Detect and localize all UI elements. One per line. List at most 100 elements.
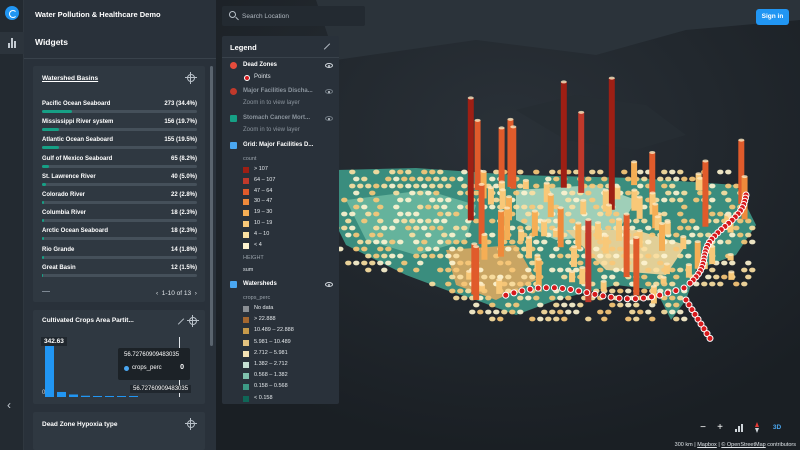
grid-hexagon	[609, 302, 616, 308]
eye-icon[interactable]	[325, 116, 333, 121]
app-logo[interactable]	[5, 6, 19, 20]
grid-hexagon	[673, 302, 680, 308]
grid-hexagon	[509, 281, 516, 287]
eye-icon[interactable]	[325, 89, 333, 94]
bars-icon[interactable]	[735, 424, 743, 432]
color-swatch	[243, 350, 249, 357]
watershed-basins-widget: Watershed Basins Pacific Ocean Seaboard 2…	[33, 66, 205, 302]
grid-hexagon	[361, 218, 368, 224]
grid-hexagon	[489, 176, 496, 182]
widgets-rail-button[interactable]	[0, 32, 24, 54]
histogram-bar[interactable]	[45, 345, 54, 397]
grid-hexagon	[661, 211, 668, 217]
dead-zone-point	[583, 289, 591, 297]
grid-hexagon	[449, 288, 456, 294]
grid-hexagon	[521, 204, 528, 210]
zoom-in-button[interactable]: +	[712, 420, 728, 436]
histogram-bar[interactable]	[81, 395, 90, 397]
color-swatch	[243, 167, 249, 173]
grid-hexagon	[365, 253, 372, 259]
basin-row[interactable]: Columbia River 18 (2.3%)	[42, 210, 197, 224]
grid-hexagon	[341, 211, 348, 217]
basin-bar-fill	[42, 146, 60, 150]
sign-in-button[interactable]: Sign in	[756, 9, 789, 25]
grid-hexagon	[517, 309, 524, 315]
basin-row[interactable]: Rio Grande 14 (1.8%)	[42, 247, 197, 261]
sidebar-scrollbar[interactable]	[210, 66, 213, 346]
grid-hexagon	[613, 267, 620, 273]
grid-hexagon	[629, 309, 636, 315]
grid-hexagon	[709, 211, 716, 217]
grid-hexagon	[433, 246, 440, 252]
grid-hexagon	[441, 218, 448, 224]
grid-hexagon	[393, 204, 400, 210]
bin-label: 47 – 64	[254, 187, 273, 194]
grid-hexagon	[401, 218, 408, 224]
histogram-bar[interactable]	[57, 391, 66, 397]
grid-hexagon	[481, 274, 488, 280]
locate-icon[interactable]	[185, 72, 197, 84]
histogram-bar[interactable]	[69, 394, 78, 397]
basin-row[interactable]: Colorado River 22 (2.8%)	[42, 192, 197, 206]
expand-icon[interactable]	[176, 317, 185, 326]
map-view[interactable]: Sign in Legend Dead Zones Points Major F…	[216, 0, 800, 450]
bin-label: 0.158 – 0.568	[254, 383, 288, 390]
grid-hexagon	[413, 183, 420, 189]
histogram-bar[interactable]	[105, 396, 114, 397]
basin-row[interactable]: Gulf of Mexico Seaboard 65 (8.2%)	[42, 156, 197, 170]
search-input[interactable]	[242, 10, 360, 22]
grid-bar-top	[738, 138, 745, 142]
series-dot-icon	[124, 366, 129, 371]
grid-bar	[570, 246, 577, 267]
grid-hexagon	[461, 183, 468, 189]
grid-hexagon	[397, 211, 404, 217]
grid-height-label: HEIGHT	[243, 255, 264, 261]
widget-title[interactable]: Watershed Basins	[42, 75, 98, 82]
chevron-left-icon[interactable]: ‹	[7, 398, 11, 412]
grid-hexagon	[513, 190, 520, 196]
grid-hexagon	[469, 309, 476, 315]
grid-hexagon	[533, 239, 540, 245]
prev-page-button[interactable]: ‹	[156, 290, 158, 297]
eye-icon[interactable]	[325, 282, 333, 287]
basin-row[interactable]: Atlantic Ocean Seaboard 155 (19.5%)	[42, 137, 197, 151]
grid-hexagon	[449, 176, 456, 182]
basin-row[interactable]: Pacific Ocean Seaboard 273 (34.4%)	[42, 101, 197, 115]
clear-filter-icon[interactable]	[42, 291, 50, 297]
grid-hexagon	[473, 302, 480, 308]
compass-icon[interactable]	[755, 422, 759, 433]
grid-hexagon	[537, 316, 544, 322]
histogram-bar[interactable]	[117, 396, 126, 397]
grid-hexagon	[561, 302, 568, 308]
eye-icon[interactable]	[325, 63, 333, 68]
bin-label: 64 – 107	[254, 176, 276, 183]
grid-hexagon	[533, 169, 540, 175]
grid-hexagon	[681, 176, 688, 182]
polygon-layer-icon	[230, 115, 237, 122]
mapbox-link[interactable]: Mapbox	[697, 442, 717, 448]
locate-icon[interactable]	[187, 315, 199, 327]
grid-bar-top	[697, 176, 704, 180]
osm-link[interactable]: © OpenStreetMap	[721, 442, 765, 448]
3d-toggle-button[interactable]: 3D	[769, 420, 785, 436]
zoom-out-button[interactable]: −	[695, 420, 711, 436]
next-page-button[interactable]: ›	[195, 290, 197, 297]
basin-row[interactable]: Arctic Ocean Seaboard 18 (2.3%)	[42, 228, 197, 242]
dead-zone-point	[680, 284, 688, 292]
grid-count-label: count	[243, 156, 257, 162]
locate-icon[interactable]	[185, 418, 197, 430]
grid-hexagon	[645, 239, 652, 245]
grid-bar-top	[507, 117, 514, 121]
search-box[interactable]	[222, 6, 365, 26]
basin-row[interactable]: St. Lawrence River 40 (5.0%)	[42, 174, 197, 188]
grid-hexagon	[505, 246, 512, 252]
histogram-bar[interactable]	[129, 396, 138, 397]
grid-hexagon	[509, 239, 516, 245]
basin-row[interactable]: Mississippi River system 156 (19.7%)	[42, 119, 197, 133]
grid-hexagon	[549, 295, 556, 301]
basin-row[interactable]: Great Basin 12 (1.5%)	[42, 265, 197, 279]
grid-hexagon	[609, 288, 616, 294]
histogram-bar[interactable]	[93, 396, 102, 397]
grid-hexagon	[465, 260, 472, 266]
collapse-icon[interactable]	[323, 42, 331, 50]
